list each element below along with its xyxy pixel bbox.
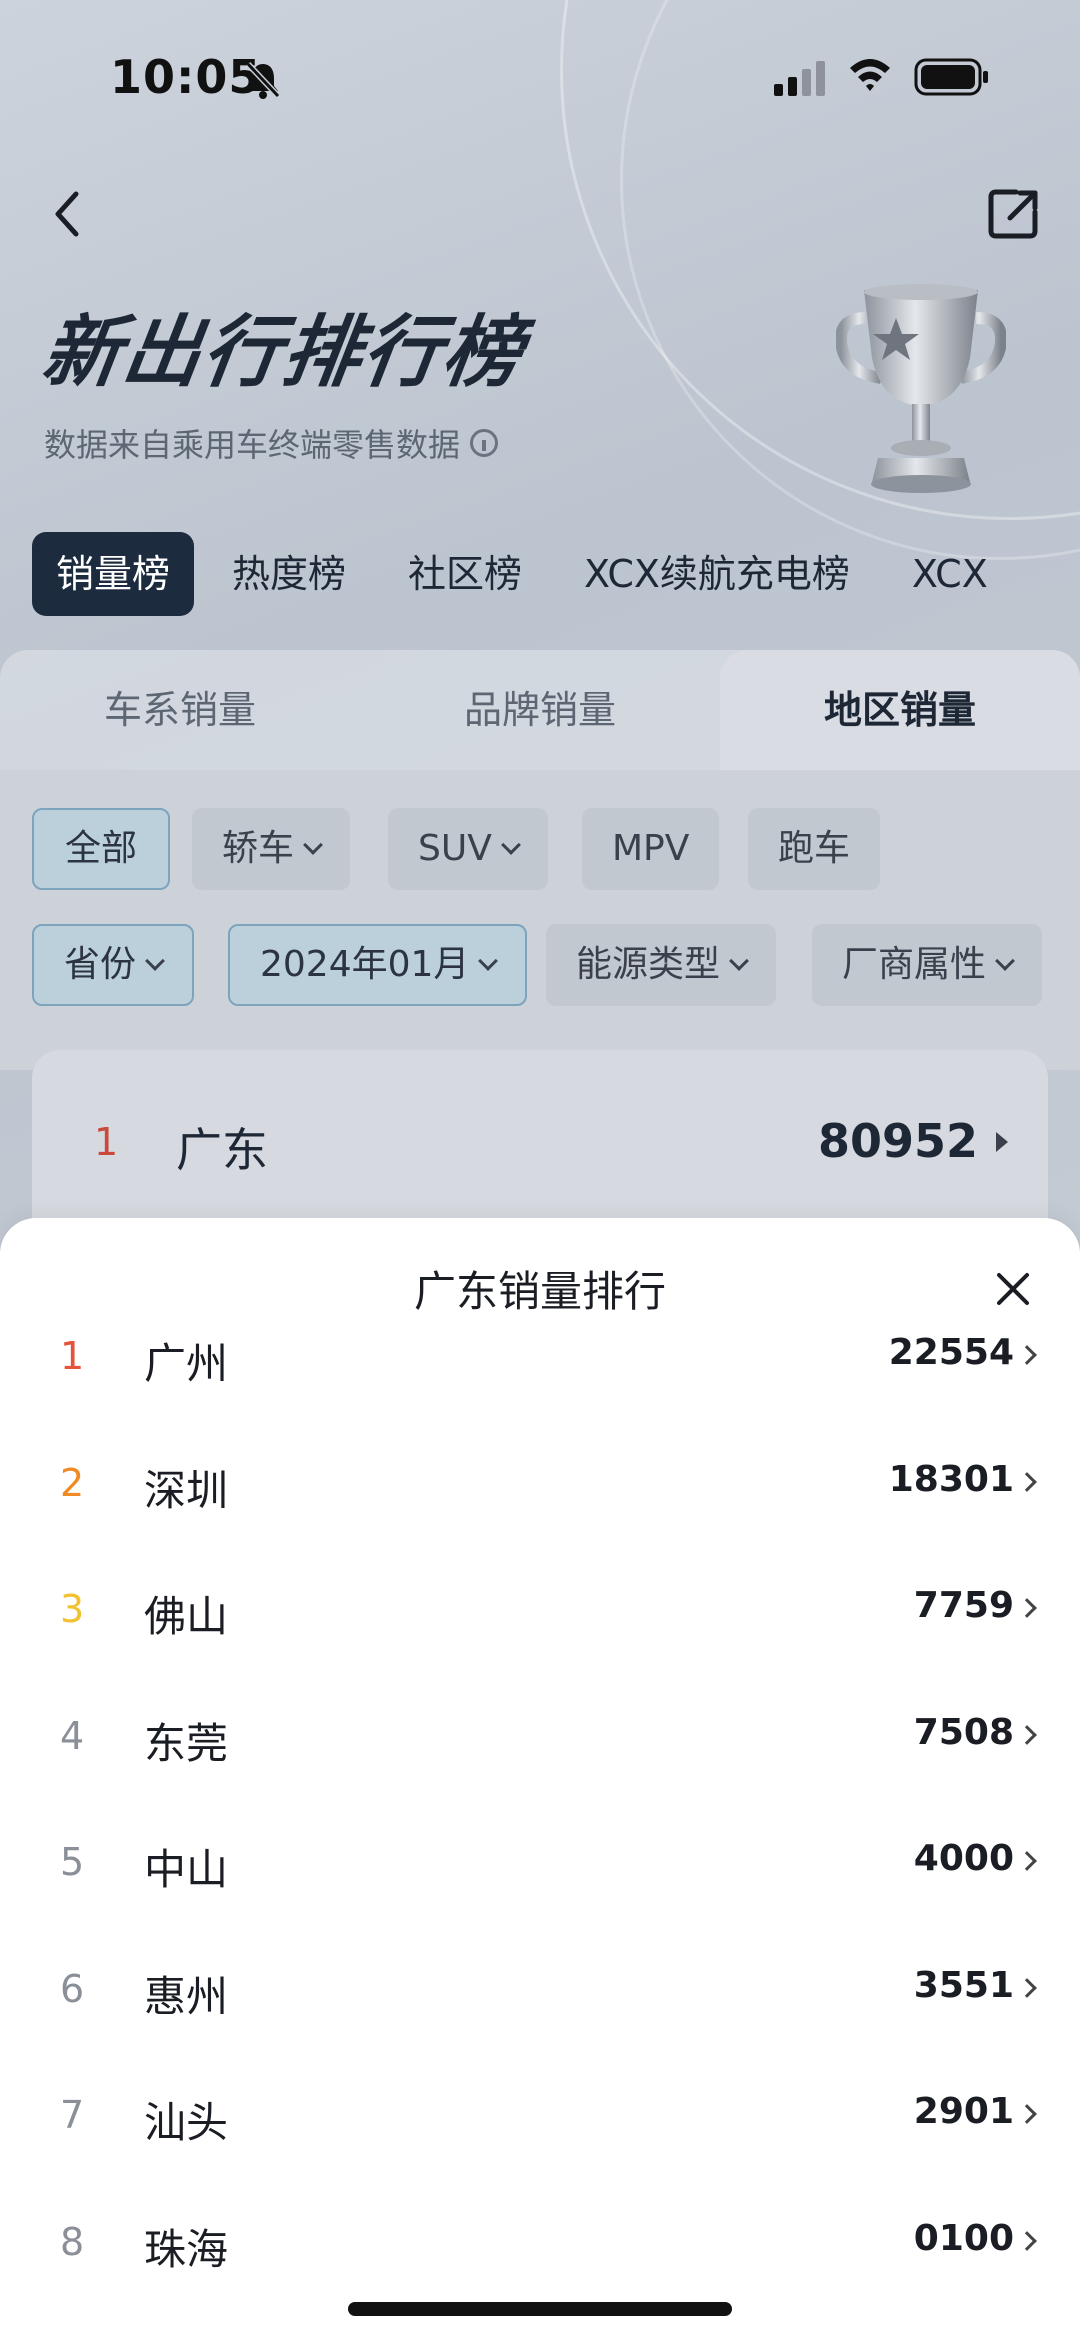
city-sales-value: 0100: [913, 2217, 1014, 2259]
chevron-down-icon: [729, 951, 749, 971]
filter-all-label: 全部: [64, 828, 137, 869]
tab-series-sales[interactable]: 车系销量: [0, 650, 360, 770]
province-rank: 1: [94, 1120, 119, 1164]
city-rank-number: 5: [60, 1840, 85, 1884]
tab-xcx-more[interactable]: XCX: [888, 532, 1012, 616]
caret-right-icon: [996, 1132, 1008, 1152]
filter-mpv-label: MPV: [612, 828, 690, 869]
share-icon: [988, 189, 1038, 239]
city-rank-row[interactable]: 4 东莞 7508: [0, 1680, 1080, 1806]
wifi-icon: [846, 56, 894, 98]
city-name: 汕头: [144, 2098, 229, 2147]
city-rank-row[interactable]: 2 深圳 18301: [0, 1427, 1080, 1553]
chevron-right-icon: [1017, 1851, 1037, 1871]
sub-tab-bar: 车系销量 品牌销量 地区销量: [0, 650, 1080, 770]
status-time: 10:05: [110, 50, 262, 104]
city-name: 深圳: [144, 1465, 229, 1515]
chevron-down-icon: [303, 835, 323, 855]
share-button[interactable]: [986, 186, 1042, 242]
filter-province[interactable]: 省份: [32, 924, 195, 1006]
chevron-right-icon: [1017, 1724, 1037, 1745]
chevron-down-icon: [500, 835, 521, 855]
filter-all[interactable]: 全部: [32, 808, 170, 890]
city-sales-value: 2901: [913, 2091, 1014, 2132]
city-sales-value: 7508: [913, 1711, 1014, 1753]
chevron-down-icon: [995, 951, 1015, 971]
tab-community-ranking[interactable]: 社区榜: [384, 532, 546, 616]
battery-icon: [914, 58, 990, 100]
filter-sedan-label: 轿车: [222, 828, 295, 869]
filter-sports-car-label: 跑车: [778, 828, 851, 869]
data-source-text: 数据来自乘用车终端零售数据: [44, 426, 461, 464]
city-sales-value: 4000: [913, 1838, 1014, 1879]
tab-popularity-ranking[interactable]: 热度榜: [208, 532, 370, 616]
filter-province-label: 省份: [64, 944, 137, 985]
back-button[interactable]: [48, 186, 88, 242]
city-rank-number: 1: [60, 1334, 85, 1378]
filter-suv[interactable]: SUV: [388, 808, 548, 890]
city-rank-number: 4: [60, 1713, 85, 1758]
chevron-right-icon: [1017, 1598, 1037, 1618]
city-rank-row[interactable]: 5 中山 4000: [0, 1806, 1080, 1932]
tab-xcx-range-ranking[interactable]: XCX续航充电榜: [560, 532, 874, 616]
city-name: 佛山: [144, 1592, 229, 1641]
info-icon[interactable]: [470, 429, 499, 457]
city-rank-number: 7: [60, 2093, 85, 2137]
city-rank-row[interactable]: 8 珠海 0100: [0, 2186, 1080, 2312]
chevron-down-icon: [478, 951, 499, 971]
city-sales-value: 18301: [888, 1458, 1014, 1500]
chevron-right-icon: [1017, 1977, 1037, 1998]
data-source-note: 数据来自乘用车终端零售数据: [44, 420, 499, 466]
city-ranking-sheet: 广东销量排行 1 广州 22554 2 深圳 18301 3 佛山 7759 4 东莞 7508 5 中山…: [0, 1218, 1080, 2342]
city-rank-number: 6: [60, 1966, 85, 2011]
tab-region-sales[interactable]: 地区销量: [720, 650, 1080, 770]
filter-manufacturer[interactable]: 厂商属性: [812, 924, 1043, 1006]
main-tab-bar: 销量榜 热度榜 社区榜 XCX续航充电榜 XCX: [32, 532, 1026, 616]
filter-month-label: 2024年01月: [260, 944, 470, 985]
filter-sports-car[interactable]: 跑车: [748, 808, 881, 890]
city-rank-row[interactable]: 7 汕头 2901: [0, 2059, 1080, 2185]
filter-manufacturer-label: 厂商属性: [842, 944, 987, 985]
city-rank-number: 8: [60, 2219, 85, 2264]
city-name: 惠州: [144, 1971, 229, 2021]
city-rank-row[interactable]: 3 佛山 7759: [0, 1553, 1080, 1679]
filter-month[interactable]: 2024年01月: [228, 924, 528, 1006]
city-sales-value: 3551: [913, 1964, 1014, 2006]
filter-energy-type[interactable]: 能源类型: [546, 924, 777, 1006]
tab-sales-ranking[interactable]: 销量榜: [32, 532, 195, 616]
city-name: 珠海: [144, 2224, 229, 2274]
city-rank-number: 3: [60, 1587, 85, 1631]
province-sales-value: 80952: [817, 1114, 978, 1168]
city-sales-value: 7759: [913, 1585, 1014, 1626]
filter-suv-label: SUV: [418, 828, 492, 869]
home-indicator[interactable]: [348, 2302, 732, 2316]
city-rank-number: 2: [60, 1460, 85, 1505]
chevron-right-icon: [1017, 2104, 1037, 2124]
filter-energy-type-label: 能源类型: [576, 944, 721, 985]
filter-mpv[interactable]: MPV: [582, 808, 720, 890]
chevron-right-icon: [1017, 2230, 1037, 2251]
chevron-right-icon: [1017, 1345, 1037, 1365]
tab-brand-sales[interactable]: 品牌销量: [360, 650, 720, 770]
chevron-right-icon: [1017, 1471, 1037, 1492]
filter-sedan[interactable]: 轿车: [192, 808, 351, 890]
city-rank-row[interactable]: 1 广州 22554: [0, 1300, 1080, 1426]
chevron-down-icon: [145, 951, 165, 971]
city-name: 东莞: [144, 1718, 229, 1768]
city-sales-value: 22554: [888, 1332, 1014, 1373]
page-title: 新出行排行榜: [36, 308, 530, 398]
bell-muted-icon: [244, 60, 282, 104]
province-name: 广东: [176, 1123, 268, 1177]
status-bar: 10:05: [0, 0, 1080, 150]
city-name: 广州: [144, 1339, 229, 1388]
city-rank-row[interactable]: 6 惠州 3551: [0, 1933, 1080, 2059]
cellular-signal-icon: [772, 60, 828, 100]
trophy-icon: [835, 278, 1007, 498]
city-name: 中山: [144, 1845, 229, 1894]
chevron-left-icon: [55, 191, 79, 237]
